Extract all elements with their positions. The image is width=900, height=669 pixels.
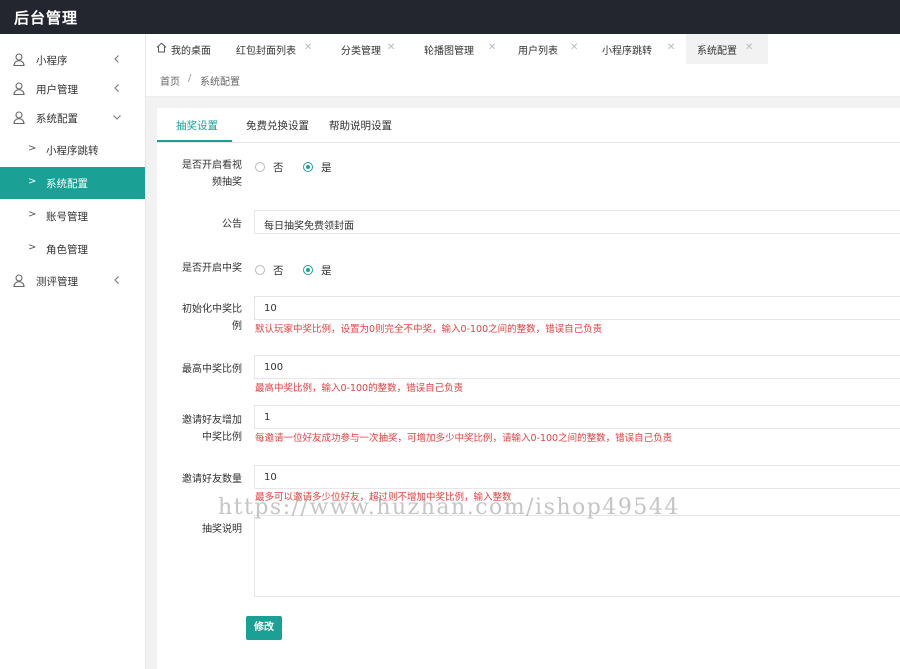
tab-bar: 我的桌面 红包封面列表 ✕ 分类管理 ✕ 轮播图管理 ✕ 用户列表 ✕ 小程序跳… xyxy=(146,34,900,65)
settings-panel: 抽奖设置 免费兑换设置 帮助说明设置 是否开启看视 频抽奖 否 是 公告 每日抽… xyxy=(157,108,900,669)
tab-desktop[interactable]: 我的桌面 xyxy=(146,34,224,64)
chevron-left-icon xyxy=(114,55,119,63)
sidebar: 小程序 用户管理 系统配置 > 小程序跳转 > 系统配置 > 账号管理 > 角色… xyxy=(0,34,146,669)
max-rate-input[interactable]: 100 xyxy=(254,355,900,379)
invite-increase-input[interactable]: 1 xyxy=(254,405,900,429)
close-icon[interactable]: ✕ xyxy=(667,42,675,53)
tab-user-list[interactable]: 用户列表 ✕ xyxy=(506,34,590,64)
video-lottery-radio-yes[interactable] xyxy=(303,162,313,172)
watermark: https://www.huzhan.com/ishop49544 xyxy=(218,495,680,520)
chevron-right-icon: > xyxy=(28,209,37,220)
chevron-down-icon xyxy=(113,115,121,120)
tab-category[interactable]: 分类管理 ✕ xyxy=(321,34,406,64)
win-enabled-radio-no[interactable] xyxy=(255,265,265,275)
sidebar-item-label: 系统配置 xyxy=(36,113,78,125)
user-icon xyxy=(13,82,25,95)
radio-label: 是 xyxy=(321,162,332,174)
description-textarea[interactable] xyxy=(254,515,900,597)
invite-increase-hint: 每邀请一位好友成功参与一次抽奖，可增加多少中奖比例，请输入0-100之间的整数，… xyxy=(255,433,673,444)
sidebar-subitem-role-management[interactable]: > 角色管理 xyxy=(0,233,145,265)
sidebar-item-system-config[interactable]: 系统配置 xyxy=(0,102,145,134)
breadcrumb-current: 系统配置 xyxy=(200,77,240,88)
initial-rate-input[interactable]: 10 xyxy=(254,296,900,320)
description-label: 抽奖说明 xyxy=(202,524,242,535)
tab-divider xyxy=(157,142,900,143)
sidebar-item-label: 系统配置 xyxy=(46,178,88,190)
initial-rate-label: 初始化中奖比 例 xyxy=(157,301,242,335)
close-icon[interactable]: ✕ xyxy=(488,42,496,53)
submit-button[interactable]: 修改 xyxy=(246,616,282,640)
breadcrumb-separator: / xyxy=(188,73,192,84)
sidebar-item-label: 测评管理 xyxy=(36,276,78,288)
close-icon[interactable]: ✕ xyxy=(570,42,578,53)
close-icon[interactable]: ✕ xyxy=(387,42,395,53)
tab-label: 轮播图管理 xyxy=(424,46,474,57)
label-line: 频抽奖 xyxy=(212,177,242,188)
sidebar-item-mini-program[interactable]: 小程序 xyxy=(0,44,145,76)
sidebar-item-label: 账号管理 xyxy=(46,211,88,223)
tab-help-settings[interactable]: 帮助说明设置 xyxy=(329,118,392,133)
app-title: 后台管理 xyxy=(14,9,79,27)
radio-label: 是 xyxy=(321,265,332,277)
breadcrumb: 首页 / 系统配置 xyxy=(146,64,900,97)
invite-count-label: 邀请好友数量 xyxy=(182,474,242,485)
max-rate-hint: 最高中奖比例，输入0-100的整数，错误自己负责 xyxy=(255,383,464,394)
notice-label: 公告 xyxy=(222,219,242,230)
close-icon[interactable]: ✕ xyxy=(304,42,312,53)
tab-mini-program-jump[interactable]: 小程序跳转 ✕ xyxy=(590,34,686,64)
sidebar-subitem-account-management[interactable]: > 账号管理 xyxy=(0,200,145,232)
sidebar-item-label: 用户管理 xyxy=(36,84,78,96)
close-icon[interactable]: ✕ xyxy=(745,42,753,53)
sidebar-item-label: 小程序跳转 xyxy=(46,145,99,157)
tab-label: 系统配置 xyxy=(697,46,737,57)
win-enabled-radio-yes[interactable] xyxy=(303,265,313,275)
win-enabled-label: 是否开启中奖 xyxy=(182,263,242,274)
label-line: 例 xyxy=(232,321,242,332)
tab-label: 用户列表 xyxy=(518,46,558,57)
invite-count-input[interactable]: 10 xyxy=(254,465,900,489)
tab-free-exchange-settings[interactable]: 免费兑换设置 xyxy=(246,118,309,133)
sidebar-item-label: 小程序 xyxy=(36,55,68,67)
initial-rate-hint: 默认玩家中奖比例，设置为0则完全不中奖，输入0-100之间的整数，错误自己负责 xyxy=(255,324,603,335)
user-icon xyxy=(13,274,25,287)
sidebar-subitem-system-config[interactable]: > 系统配置 xyxy=(0,167,145,199)
label-line: 中奖比例 xyxy=(202,432,242,443)
tab-lottery-settings[interactable]: 抽奖设置 xyxy=(176,118,218,133)
sidebar-item-evaluation[interactable]: 测评管理 xyxy=(0,265,145,297)
label-line: 邀请好友增加 xyxy=(182,415,242,426)
tab-cover-list[interactable]: 红包封面列表 ✕ xyxy=(224,34,321,64)
tab-label: 我的桌面 xyxy=(171,46,211,57)
top-header: 后台管理 xyxy=(0,0,900,34)
tab-label: 小程序跳转 xyxy=(602,46,652,57)
active-tab-indicator xyxy=(157,140,232,142)
chevron-left-icon xyxy=(114,276,119,284)
chevron-right-icon: > xyxy=(28,143,37,154)
label-line: 初始化中奖比 xyxy=(182,304,242,315)
sidebar-item-label: 角色管理 xyxy=(46,244,88,256)
chevron-right-icon: > xyxy=(28,242,37,253)
notice-input[interactable]: 每日抽奖免费领封面 xyxy=(254,210,900,234)
user-icon xyxy=(13,111,25,124)
home-icon xyxy=(156,42,167,53)
user-icon xyxy=(13,53,25,66)
radio-label: 否 xyxy=(273,162,284,174)
label-line: 是否开启看视 xyxy=(182,160,242,171)
tab-system-config[interactable]: 系统配置 ✕ xyxy=(686,34,768,64)
chevron-left-icon xyxy=(114,84,119,92)
video-lottery-radio-no[interactable] xyxy=(255,162,265,172)
max-rate-label: 最高中奖比例 xyxy=(182,364,242,375)
breadcrumb-home[interactable]: 首页 xyxy=(160,73,180,88)
tab-carousel[interactable]: 轮播图管理 ✕ xyxy=(406,34,506,64)
tab-label: 红包封面列表 xyxy=(236,46,296,57)
tab-label: 分类管理 xyxy=(341,46,381,57)
sidebar-item-user-management[interactable]: 用户管理 xyxy=(0,73,145,105)
radio-label: 否 xyxy=(273,265,284,277)
video-lottery-label: 是否开启看视 频抽奖 xyxy=(157,157,242,191)
chevron-right-icon: > xyxy=(28,176,37,187)
invite-increase-label: 邀请好友增加 中奖比例 xyxy=(157,412,242,446)
sidebar-subitem-mini-program-jump[interactable]: > 小程序跳转 xyxy=(0,134,145,166)
